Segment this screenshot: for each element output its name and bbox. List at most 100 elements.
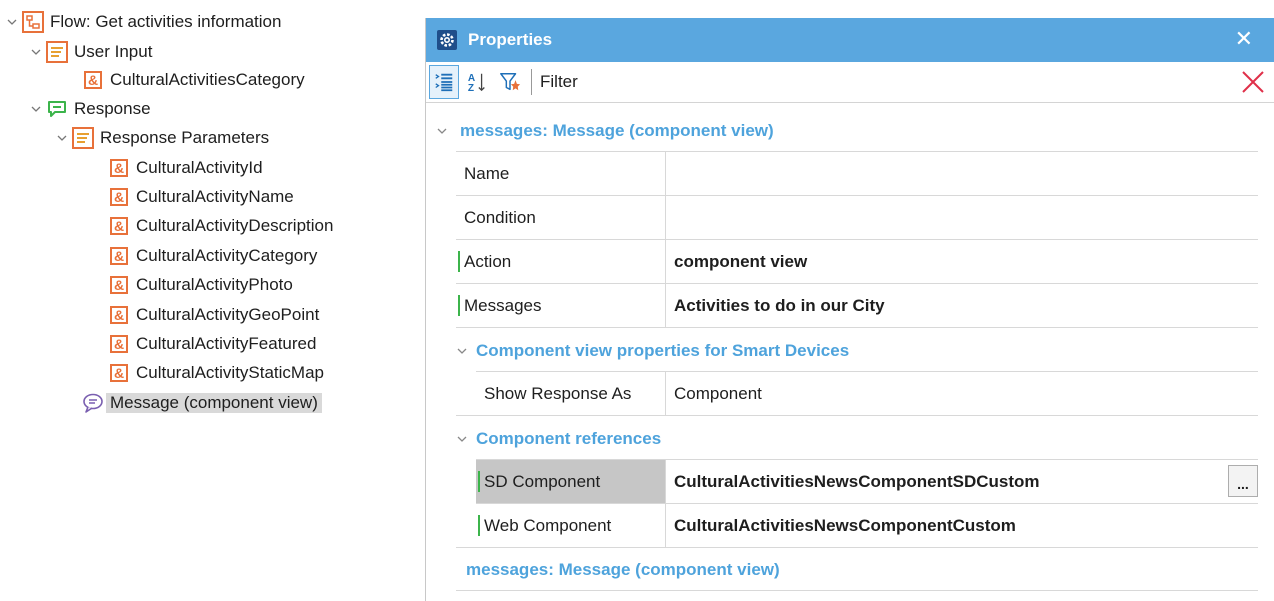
property-name: Condition [456, 196, 666, 239]
divider [456, 590, 1258, 591]
variable-icon: & [108, 333, 130, 355]
categorized-icon [435, 73, 453, 92]
property-name-cell: Messages [456, 284, 666, 327]
property-value[interactable]: component view [666, 240, 1258, 283]
sort-az-icon: AZ [468, 73, 485, 93]
variable-icon: & [108, 245, 130, 267]
tree-node-label: CulturalActivityGeoPoint [136, 305, 320, 324]
chevron-down-icon[interactable] [56, 132, 68, 144]
tree-node-variable[interactable]: & CulturalActivityId [108, 154, 263, 182]
flow-tree: Flow: Get activities information User In… [0, 0, 410, 601]
chevron-down-icon[interactable] [30, 103, 42, 115]
property-name: SD Component [484, 471, 601, 491]
ellipsis-button[interactable]: ... [1228, 465, 1258, 497]
filter-icon [500, 73, 521, 91]
property-value[interactable]: Activities to do in our City [666, 284, 1258, 327]
category-label: Component view properties for Smart Devi… [476, 341, 850, 360]
property-name: Show Response As [476, 372, 666, 415]
gear-icon [436, 29, 458, 51]
variable-icon: & [108, 157, 130, 179]
close-button[interactable]: ✕ [1235, 28, 1253, 50]
tree-node-label: CulturalActivityName [136, 187, 294, 206]
modified-marker [478, 471, 480, 492]
property-value[interactable]: CulturalActivitiesNewsComponentCustom [666, 504, 1258, 547]
chevron-down-icon[interactable] [456, 345, 468, 357]
filter-label: Filter [540, 72, 578, 91]
property-row-name[interactable]: Name [456, 151, 1258, 195]
tree-node-label: CulturalActivityPhoto [136, 275, 293, 294]
property-value-cell[interactable]: CulturalActivitiesNewsComponentSDCustom … [666, 460, 1258, 503]
variable-icon: & [108, 362, 130, 384]
modified-marker [458, 251, 460, 272]
chevron-down-icon[interactable] [456, 433, 468, 445]
tree-node-variable[interactable]: & CulturalActivityName [108, 183, 294, 211]
panel-title: Properties [468, 30, 553, 49]
tree-node-user-input[interactable]: User Input [30, 38, 152, 66]
property-row-web-component[interactable]: Web Component CulturalActivitiesNewsComp… [476, 503, 1258, 547]
divider [456, 415, 1258, 416]
property-row-action[interactable]: Action component view [456, 239, 1258, 283]
properties-toolbar: AZ Filter [426, 62, 1274, 103]
tree-node-variable[interactable]: & CulturalActivityStaticMap [108, 359, 324, 387]
tree-node-label: User Input [74, 42, 153, 61]
divider [456, 327, 1258, 328]
property-name: Name [456, 152, 666, 195]
tree-node-label: CulturalActivitiesCategory [110, 70, 305, 89]
property-name: Web Component [484, 515, 612, 535]
property-value[interactable] [666, 152, 1258, 195]
tree-node-variable[interactable]: & CulturalActivityFeatured [108, 330, 316, 358]
tree-node-response-parameters[interactable]: Response Parameters [56, 124, 269, 152]
property-row-messages[interactable]: Messages Activities to do in our City [456, 283, 1258, 327]
categorized-view-button[interactable] [429, 65, 459, 99]
property-name-cell: Action [456, 240, 666, 283]
category-label: Component references [476, 429, 662, 448]
category-label: messages: Message (component view) [460, 121, 774, 140]
variable-icon: & [108, 274, 130, 296]
divider [456, 547, 1258, 548]
clear-filter-icon[interactable] [1239, 68, 1267, 96]
tree-node-variable[interactable]: & CulturalActivityDescription [108, 212, 333, 240]
variable-icon: & [108, 304, 130, 326]
message-icon [82, 392, 104, 414]
property-row-sd-component[interactable]: SD Component CulturalActivitiesNewsCompo… [476, 459, 1258, 503]
properties-panel: Properties ✕ AZ Filter messages: Message… [425, 18, 1274, 601]
parameters-icon [46, 41, 68, 63]
tree-node-variable[interactable]: & CulturalActivityCategory [108, 242, 317, 270]
property-name-cell: SD Component [476, 460, 666, 503]
tree-node-variable[interactable]: & CulturalActivitiesCategory [82, 66, 305, 94]
property-name: Action [464, 251, 512, 271]
category-component-references[interactable]: Component references [456, 419, 661, 459]
tree-node-label: Message (component view) [106, 393, 322, 413]
tree-node-label: Response Parameters [100, 128, 270, 147]
tree-node-variable[interactable]: & CulturalActivityPhoto [108, 271, 293, 299]
tree-node-response[interactable]: Response [30, 95, 151, 123]
category-component-view-properties[interactable]: Component view properties for Smart Devi… [456, 331, 849, 371]
tree-node-flow[interactable]: Flow: Get activities information [6, 8, 281, 36]
category-label: messages: Message (component view) [466, 560, 780, 579]
property-name: Messages [464, 295, 542, 315]
tree-node-label: CulturalActivityStaticMap [136, 363, 325, 382]
filter-input[interactable] [596, 68, 1228, 98]
tree-node-label: CulturalActivityFeatured [136, 334, 317, 353]
parameters-icon [72, 127, 94, 149]
tree-node-message[interactable]: Message (component view) [82, 389, 322, 417]
property-value[interactable]: Component [666, 372, 1258, 415]
chevron-down-icon[interactable] [436, 125, 448, 137]
tree-node-label: Flow: Get activities information [50, 12, 282, 31]
category-messages-next[interactable]: messages: Message (component view) [466, 550, 780, 590]
variable-icon: & [108, 186, 130, 208]
tree-node-variable[interactable]: & CulturalActivityGeoPoint [108, 301, 319, 329]
property-name-cell: Web Component [476, 504, 666, 547]
chevron-down-icon[interactable] [6, 16, 18, 28]
property-row-condition[interactable]: Condition [456, 195, 1258, 239]
property-row-show-response-as[interactable]: Show Response As Component [476, 371, 1258, 415]
properties-titlebar: Properties ✕ [426, 18, 1274, 62]
tree-node-label: CulturalActivityCategory [136, 246, 318, 265]
filter-modified-button[interactable] [495, 65, 525, 99]
property-value[interactable] [666, 196, 1258, 239]
svg-text:Z: Z [468, 83, 474, 93]
sort-alphabetical-button[interactable]: AZ [462, 65, 492, 99]
category-messages[interactable]: messages: Message (component view) [436, 111, 774, 151]
tree-node-label: CulturalActivityDescription [136, 216, 334, 235]
chevron-down-icon[interactable] [30, 46, 42, 58]
